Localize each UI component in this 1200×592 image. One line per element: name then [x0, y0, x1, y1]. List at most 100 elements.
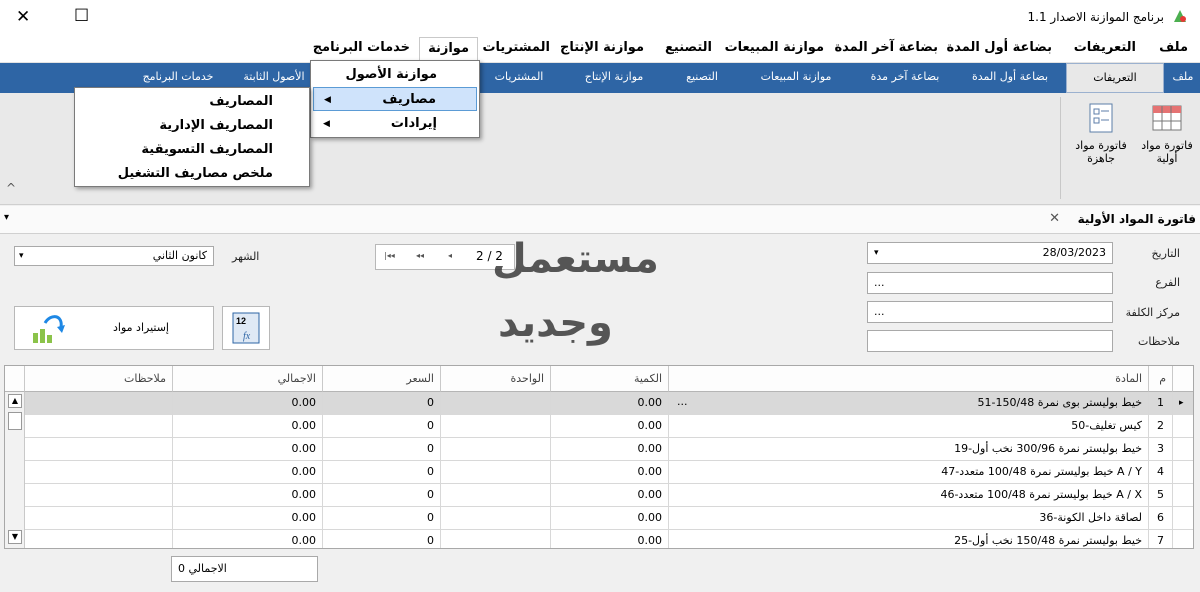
cell-price[interactable]: 0 — [323, 415, 441, 438]
tab-file[interactable]: ملف — [1166, 63, 1200, 93]
cell-price[interactable]: 0 — [323, 438, 441, 461]
material-lookup-button[interactable]: ... — [677, 392, 688, 412]
menu-manufacturing[interactable]: التصنيع — [665, 40, 712, 55]
header-quantity[interactable]: الكمية — [551, 366, 669, 392]
menu-item-assets-budget[interactable]: موازنة الأصول — [313, 63, 477, 87]
menu-item-revenues[interactable]: ◀ إيرادات — [313, 112, 477, 136]
cell-material[interactable]: 51-خيط بوليستر بوى نمرة 150/48 — [669, 392, 1149, 415]
maximize-window-button[interactable]: ☐ — [74, 6, 89, 26]
collapse-ribbon-icon[interactable]: ^ — [6, 181, 16, 195]
scroll-down-icon[interactable]: ▼ — [8, 530, 22, 544]
cell-unit[interactable] — [441, 461, 551, 484]
cost-center-field[interactable]: ... — [867, 301, 1113, 323]
date-dropdown-icon[interactable]: ▾ — [874, 243, 879, 263]
cell-index[interactable]: 6 — [1149, 507, 1173, 530]
cell-qty[interactable]: 0.00 — [551, 461, 669, 484]
cell-price[interactable]: 0 — [323, 530, 441, 548]
cell-unit[interactable] — [441, 507, 551, 530]
cell-unit[interactable] — [441, 530, 551, 548]
cell-price[interactable]: 0 — [323, 392, 441, 415]
tab-closing-stock[interactable]: بضاعة آخر مدة — [856, 63, 954, 93]
cell-total[interactable]: 0.00 — [173, 461, 323, 484]
pin-dropdown-icon[interactable]: ▾ — [4, 212, 9, 223]
cell-qty[interactable]: 0.00 — [551, 530, 669, 548]
cell-notes[interactable] — [25, 484, 173, 507]
cell-price[interactable]: 0 — [323, 507, 441, 530]
close-document-tab-icon[interactable]: ✕ — [1049, 211, 1060, 226]
close-window-button[interactable]: ✕ — [16, 7, 30, 27]
header-notes[interactable]: ملاحظات — [25, 366, 173, 392]
cell-notes[interactable] — [25, 461, 173, 484]
submenu-item-marketing-expenses[interactable]: المصاريف التسويقية — [141, 142, 273, 157]
header-total[interactable]: الاجمالي — [173, 366, 323, 392]
menu-item-expenses[interactable]: ◀ مصاريف — [313, 87, 477, 111]
cell-total[interactable]: 0.00 — [173, 438, 323, 461]
cell-material[interactable]: 47-خيط بوليستر نمرة 100/48 متعدد A / Y — [669, 461, 1149, 484]
tab-definitions[interactable]: التعريفات — [1066, 63, 1164, 93]
branch-field[interactable]: ... — [867, 272, 1113, 294]
calculator-button[interactable]: 12 fx — [222, 306, 270, 350]
cell-qty[interactable]: 0.00 — [551, 392, 669, 415]
cell-material[interactable]: 50-كيس تغليف — [669, 415, 1149, 438]
submenu-item-admin-expenses[interactable]: المصاريف الإدارية — [159, 118, 273, 133]
menu-file[interactable]: ملف — [1159, 40, 1188, 55]
cell-material[interactable]: 36-لصاقة داخل الكونة — [669, 507, 1149, 530]
submenu-item-expenses[interactable]: المصاريف — [209, 94, 273, 109]
scroll-thumb[interactable] — [8, 412, 22, 430]
cell-unit[interactable] — [441, 415, 551, 438]
cell-unit[interactable] — [441, 392, 551, 415]
vertical-scrollbar[interactable]: ▲ ▼ — [5, 392, 25, 548]
cell-qty[interactable]: 0.00 — [551, 484, 669, 507]
table-row[interactable]: 4 47-خيط بوليستر نمرة 100/48 متعدد A / Y0… — [5, 461, 1193, 484]
cell-qty[interactable]: 0.00 — [551, 438, 669, 461]
menu-definitions[interactable]: التعريفات — [1074, 40, 1136, 55]
menu-closing-stock[interactable]: بضاعة آخر المدة — [834, 40, 938, 55]
menu-program-services[interactable]: خدمات البرنامج — [313, 40, 410, 55]
month-select[interactable]: ▾ كانون الثاني — [14, 246, 214, 266]
tab-production-budget[interactable]: موازنة الإنتاج — [566, 63, 662, 93]
cell-index[interactable]: 5 — [1149, 484, 1173, 507]
cell-total[interactable]: 0.00 — [173, 484, 323, 507]
cell-unit[interactable] — [441, 484, 551, 507]
cell-notes[interactable] — [25, 438, 173, 461]
branch-lookup-button[interactable]: ... — [874, 276, 885, 289]
tab-manufacturing[interactable]: التصنيع — [670, 63, 734, 93]
header-unit[interactable]: الواحدة — [441, 366, 551, 392]
table-row[interactable]: 2 50-كيس تغليف 0.00 0 0.00 — [5, 415, 1193, 438]
cell-notes[interactable] — [25, 507, 173, 530]
cell-material[interactable]: 46-خيط بوليستر نمرة 100/48 متعدد A / X — [669, 484, 1149, 507]
table-row[interactable]: 7 25-خيط بوليستر نمرة 150/48 نخب أول 0.00 0… — [5, 530, 1193, 548]
cell-unit[interactable] — [441, 438, 551, 461]
menu-sales-budget[interactable]: موازنة المبيعات — [725, 40, 824, 55]
document-tab-title[interactable]: فاتورة المواد الأولية — [1078, 212, 1196, 226]
cell-material[interactable]: 25-خيط بوليستر نمرة 150/48 نخب أول — [669, 530, 1149, 548]
month-dropdown-icon[interactable]: ▾ — [19, 247, 24, 265]
cell-index[interactable]: 1 — [1149, 392, 1173, 415]
cell-qty[interactable]: 0.00 — [551, 507, 669, 530]
cell-index[interactable]: 7 — [1149, 530, 1173, 548]
cell-notes[interactable] — [25, 530, 173, 548]
cell-price[interactable]: 0 — [323, 484, 441, 507]
header-index[interactable]: م — [1149, 366, 1173, 392]
menu-production-budget[interactable]: موازنة الإنتاج — [560, 40, 644, 55]
header-material[interactable]: المادة — [669, 366, 1149, 392]
cost-center-lookup-button[interactable]: ... — [874, 305, 885, 318]
import-materials-button[interactable]: إستيراد مواد — [14, 306, 214, 350]
cell-material[interactable]: 19-خيط بوليستر نمرة 300/96 نخب أول — [669, 438, 1149, 461]
scroll-up-icon[interactable]: ▲ — [8, 394, 22, 408]
cell-index[interactable]: 2 — [1149, 415, 1173, 438]
cell-total[interactable]: 0.00 — [173, 392, 323, 415]
table-row[interactable]: 6 36-لصاقة داخل الكونة 0.00 0 0.00 — [5, 507, 1193, 530]
tab-sales-budget[interactable]: موازنة المبيعات — [742, 63, 850, 93]
table-row[interactable]: ▸ 1 51-خيط بوليستر بوى نمرة 150/48 0.00 0 0.0… — [5, 392, 1193, 415]
tab-opening-stock[interactable]: بضاعة أول المدة — [960, 63, 1060, 93]
first-record-icon[interactable]: |◂◂ — [384, 251, 395, 260]
cell-notes[interactable] — [25, 392, 173, 415]
notes-field[interactable] — [867, 330, 1113, 352]
cell-notes[interactable] — [25, 415, 173, 438]
raw-materials-invoice-button[interactable]: فاتورة مواد أولية — [1138, 103, 1196, 165]
tab-purchases[interactable]: المشتريات — [478, 63, 560, 93]
cell-index[interactable]: 3 — [1149, 438, 1173, 461]
ready-materials-invoice-button[interactable]: فاتورة مواد جاهزة — [1068, 103, 1134, 165]
menu-purchases[interactable]: المشتريات — [482, 40, 550, 55]
